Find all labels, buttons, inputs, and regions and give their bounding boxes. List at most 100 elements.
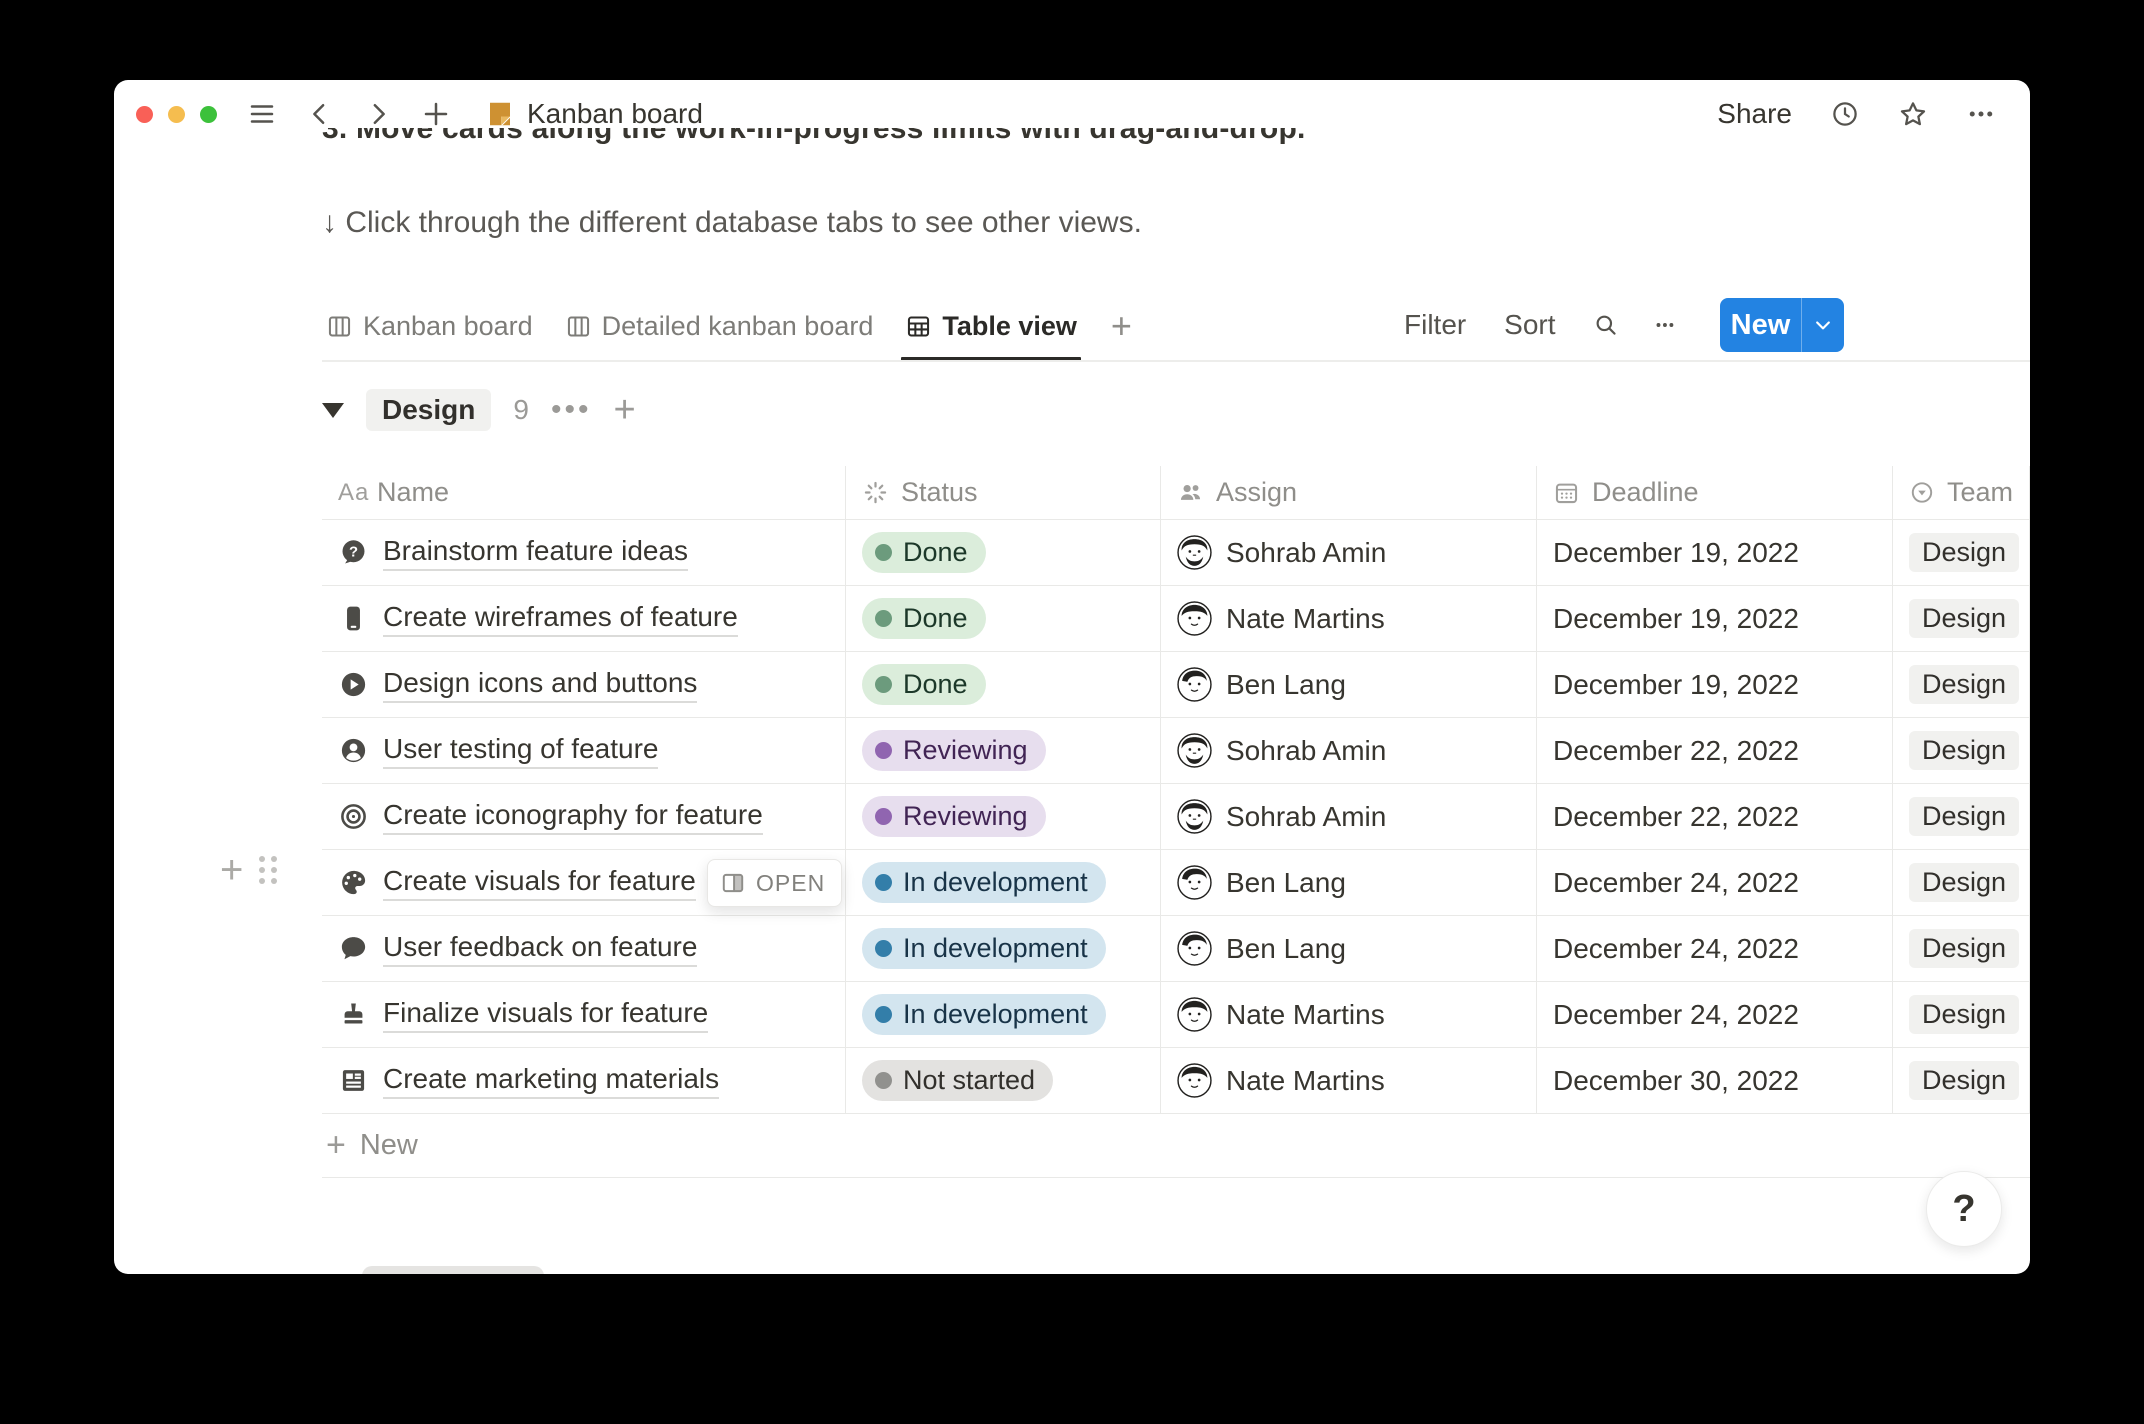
- tab-kanban-board[interactable]: Kanban board: [322, 292, 537, 360]
- task-name-link[interactable]: User feedback on feature: [383, 931, 698, 967]
- deadline-cell[interactable]: December 24, 2022: [1537, 850, 1893, 915]
- insert-row-icon[interactable]: +: [220, 848, 243, 893]
- team-cell[interactable]: Design: [1893, 982, 2030, 1047]
- new-button[interactable]: New: [1719, 298, 1845, 352]
- team-cell[interactable]: Design: [1893, 1048, 2030, 1113]
- status-cell[interactable]: Reviewing: [846, 718, 1161, 783]
- assign-cell[interactable]: Nate Martins: [1161, 586, 1537, 651]
- name-cell[interactable]: Create visuals for feature OPEN: [322, 850, 846, 915]
- task-name-link[interactable]: Create visuals for feature: [383, 865, 696, 901]
- forward-icon[interactable]: [363, 99, 393, 129]
- help-button[interactable]: ?: [1926, 1171, 2002, 1247]
- add-view-icon[interactable]: +: [1105, 305, 1138, 347]
- column-header-assign[interactable]: Assign: [1161, 466, 1537, 519]
- new-page-icon[interactable]: [421, 99, 451, 129]
- column-header-deadline[interactable]: Deadline: [1537, 466, 1893, 519]
- group-options-icon[interactable]: •••: [551, 395, 592, 425]
- status-cell[interactable]: Done: [846, 586, 1161, 651]
- drag-handle-icon[interactable]: [259, 856, 278, 885]
- deadline-cell[interactable]: December 22, 2022: [1537, 718, 1893, 783]
- tab-detailed-kanban-board[interactable]: Detailed kanban board: [561, 292, 878, 360]
- deadline-cell[interactable]: December 22, 2022: [1537, 784, 1893, 849]
- deadline-cell[interactable]: December 19, 2022: [1537, 520, 1893, 585]
- status-pill[interactable]: In development: [862, 928, 1106, 969]
- page-title[interactable]: Kanban board: [527, 98, 703, 130]
- name-cell[interactable]: Create iconography for feature: [322, 784, 846, 849]
- name-cell[interactable]: Finalize visuals for feature: [322, 982, 846, 1047]
- new-row-button[interactable]: + New: [322, 1114, 2030, 1178]
- team-cell[interactable]: Design: [1893, 850, 2030, 915]
- open-side-peek-button[interactable]: OPEN: [707, 859, 843, 907]
- status-pill[interactable]: Reviewing: [862, 796, 1046, 837]
- name-cell[interactable]: Create marketing materials: [322, 1048, 846, 1113]
- name-cell[interactable]: User testing of feature: [322, 718, 846, 783]
- status-cell[interactable]: In development: [846, 916, 1161, 981]
- minimize-button[interactable]: [168, 105, 185, 123]
- task-name-link[interactable]: User testing of feature: [383, 733, 659, 769]
- more-options-icon[interactable]: [1966, 99, 1996, 129]
- assign-cell[interactable]: Nate Martins: [1161, 1048, 1537, 1113]
- assign-cell[interactable]: Nate Martins: [1161, 982, 1537, 1047]
- status-pill[interactable]: Not started: [862, 1060, 1054, 1101]
- status-pill[interactable]: In development: [862, 862, 1106, 903]
- tab-table-view[interactable]: Table view: [901, 292, 1081, 361]
- status-cell[interactable]: Done: [846, 652, 1161, 717]
- group-collapse-toggle[interactable]: [322, 402, 344, 418]
- status-cell[interactable]: In development: [846, 850, 1161, 915]
- filter-button[interactable]: Filter: [1404, 309, 1466, 341]
- task-name-link[interactable]: Brainstorm feature ideas: [383, 535, 689, 571]
- team-cell[interactable]: Design: [1893, 586, 2030, 651]
- column-header-name[interactable]: Aa Name: [322, 466, 846, 519]
- assign-cell[interactable]: Sohrab Amin: [1161, 718, 1537, 783]
- name-cell[interactable]: Design icons and buttons: [322, 652, 846, 717]
- team-cell[interactable]: Design: [1893, 718, 2030, 783]
- task-name-link[interactable]: Create wireframes of feature: [383, 601, 738, 637]
- share-button[interactable]: Share: [1717, 98, 1792, 130]
- status-pill[interactable]: Reviewing: [862, 730, 1046, 771]
- status-pill[interactable]: Done: [862, 532, 986, 573]
- deadline-cell[interactable]: December 19, 2022: [1537, 652, 1893, 717]
- task-name-link[interactable]: Design icons and buttons: [383, 667, 698, 703]
- deadline-cell[interactable]: December 19, 2022: [1537, 586, 1893, 651]
- assign-cell[interactable]: Ben Lang: [1161, 652, 1537, 717]
- column-header-status[interactable]: Status: [846, 466, 1161, 519]
- name-cell[interactable]: User feedback on feature: [322, 916, 846, 981]
- status-pill[interactable]: Done: [862, 598, 986, 639]
- team-cell[interactable]: Design: [1893, 520, 2030, 585]
- team-cell[interactable]: Design: [1893, 916, 2030, 981]
- assign-cell[interactable]: Sohrab Amin: [1161, 520, 1537, 585]
- status-cell[interactable]: Not started: [846, 1048, 1161, 1113]
- assign-cell[interactable]: Ben Lang: [1161, 850, 1537, 915]
- chevron-down-icon[interactable]: [1802, 298, 1844, 352]
- task-name-link[interactable]: Finalize visuals for feature: [383, 997, 709, 1033]
- task-name-link[interactable]: Create iconography for feature: [383, 799, 763, 835]
- team-cell[interactable]: Design: [1893, 652, 2030, 717]
- back-icon[interactable]: [305, 99, 335, 129]
- group-name-pill[interactable]: Design: [366, 389, 492, 431]
- sidebar-menu-icon[interactable]: [247, 99, 277, 129]
- status-pill[interactable]: Done: [862, 664, 986, 705]
- view-options-icon[interactable]: [1652, 310, 1678, 340]
- deadline-cell[interactable]: December 24, 2022: [1537, 982, 1893, 1047]
- close-button[interactable]: [136, 105, 153, 123]
- status-pill[interactable]: In development: [862, 994, 1106, 1035]
- new-button-label[interactable]: New: [1720, 298, 1801, 352]
- name-cell[interactable]: Create wireframes of feature: [322, 586, 846, 651]
- deadline-cell[interactable]: December 30, 2022: [1537, 1048, 1893, 1113]
- zoom-button[interactable]: [200, 105, 217, 123]
- sort-button[interactable]: Sort: [1504, 309, 1555, 341]
- name-cell[interactable]: ? Brainstorm feature ideas: [322, 520, 846, 585]
- status-cell[interactable]: Reviewing: [846, 784, 1161, 849]
- deadline-cell[interactable]: December 24, 2022: [1537, 916, 1893, 981]
- updates-clock-icon[interactable]: [1830, 99, 1860, 129]
- assign-cell[interactable]: Sohrab Amin: [1161, 784, 1537, 849]
- column-header-team[interactable]: Team: [1893, 466, 2030, 519]
- status-cell[interactable]: Done: [846, 520, 1161, 585]
- assign-cell[interactable]: Ben Lang: [1161, 916, 1537, 981]
- task-name-link[interactable]: Create marketing materials: [383, 1063, 720, 1099]
- status-cell[interactable]: In development: [846, 982, 1161, 1047]
- team-cell[interactable]: Design: [1893, 784, 2030, 849]
- group-add-icon[interactable]: +: [613, 389, 635, 432]
- favorite-star-icon[interactable]: [1898, 99, 1928, 129]
- search-icon[interactable]: [1593, 310, 1619, 340]
